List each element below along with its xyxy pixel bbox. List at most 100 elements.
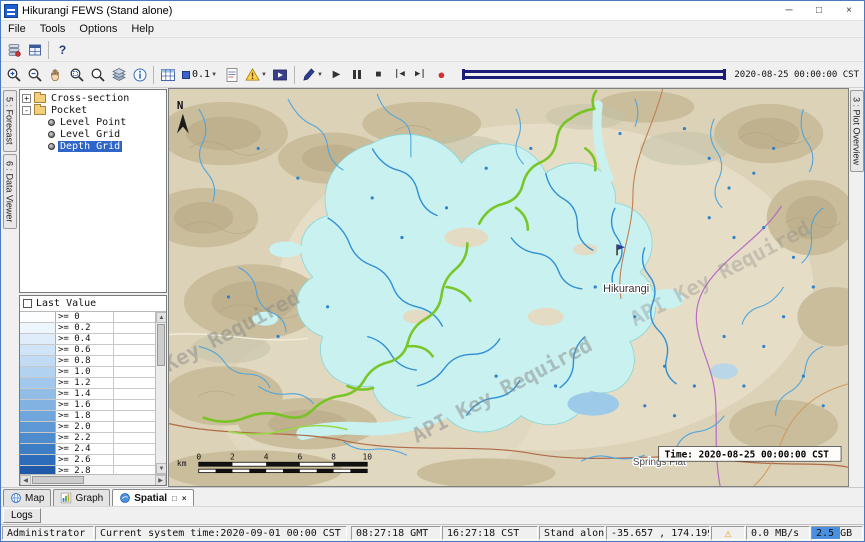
- menu-help[interactable]: Help: [124, 23, 161, 35]
- menu-options[interactable]: Options: [72, 23, 124, 35]
- zoom-out-icon: [27, 67, 43, 83]
- animation-button[interactable]: [270, 64, 291, 85]
- layers-button[interactable]: [108, 64, 129, 85]
- tab-spatial-label: Spatial: [134, 493, 167, 504]
- scroll-thumb[interactable]: [157, 324, 165, 366]
- database-button[interactable]: [3, 39, 24, 60]
- zoom-out-button[interactable]: [24, 64, 45, 85]
- expand-icon[interactable]: +: [22, 94, 31, 103]
- warnings-dropdown[interactable]: ▼: [242, 64, 270, 85]
- zoom-box-button[interactable]: [66, 64, 87, 85]
- legend-swatch: [20, 378, 56, 388]
- animation-icon: [272, 67, 288, 83]
- tree-label: Pocket: [49, 105, 89, 116]
- pause-icon: [353, 70, 361, 79]
- legend-label: >= 2.8: [56, 466, 114, 474]
- map-canvas[interactable]: API Key Required API Key Required API Ke…: [169, 89, 848, 486]
- marker-dropdown[interactable]: ▼: [298, 64, 326, 85]
- tree-item-depth-grid[interactable]: Depth Grid: [22, 140, 166, 152]
- tab-data-viewer[interactable]: 6 : Data Viewer: [3, 154, 17, 229]
- tab-spatial[interactable]: Spatial □ ×: [112, 489, 193, 506]
- layer-dot-icon: [48, 131, 55, 138]
- scroll-up-icon[interactable]: ▲: [156, 312, 166, 323]
- info-icon: [132, 67, 148, 83]
- tree-label-selected: Depth Grid: [58, 141, 122, 152]
- pan-button[interactable]: [45, 64, 66, 85]
- last-value-checkbox[interactable]: [23, 299, 32, 308]
- help-button[interactable]: ?: [52, 39, 73, 60]
- scroll-thumb[interactable]: [32, 476, 84, 484]
- tree-label: Cross-section: [49, 93, 131, 104]
- layer-tree: + Cross-section - Pocket Level Point Lev…: [19, 89, 167, 293]
- logs-button[interactable]: Logs: [3, 508, 41, 523]
- legend-row: >= 2.4: [20, 444, 155, 455]
- warning-icon: [245, 67, 260, 82]
- legend-row: >= 1.4: [20, 389, 155, 400]
- layers-icon: [111, 67, 127, 83]
- legend-label: >= 1.0: [56, 367, 114, 377]
- status-warning-cell[interactable]: ⚠: [711, 526, 745, 540]
- spatial-icon: [119, 492, 131, 504]
- help-icon: ?: [59, 44, 66, 56]
- scroll-left-icon[interactable]: ◀: [20, 475, 31, 486]
- play-button[interactable]: ▶: [326, 64, 347, 85]
- tree-item-pocket[interactable]: - Pocket: [22, 104, 166, 116]
- legend-vertical-scrollbar[interactable]: ▲ ▼: [155, 312, 166, 474]
- legend-horizontal-scrollbar[interactable]: ◀ ▶: [20, 474, 166, 485]
- scroll-right-icon[interactable]: ▶: [155, 475, 166, 486]
- info-button[interactable]: [129, 64, 150, 85]
- record-button[interactable]: ●: [431, 64, 452, 85]
- legend-swatch: [20, 400, 56, 410]
- status-mode: Stand alone: [539, 526, 605, 540]
- maximize-button[interactable]: □: [804, 1, 834, 20]
- table-view-button[interactable]: [24, 39, 45, 60]
- scale-tick: 10: [362, 452, 372, 461]
- grid-display-button[interactable]: [157, 64, 178, 85]
- zoom-extent-button[interactable]: [87, 64, 108, 85]
- undock-icon[interactable]: □: [172, 494, 177, 503]
- chevron-down-icon: ▼: [261, 72, 267, 78]
- chart-icon: [60, 492, 72, 504]
- logs-row: Logs: [1, 506, 864, 524]
- status-spacer: [348, 526, 350, 540]
- profile-button[interactable]: [221, 64, 242, 85]
- legend-swatch: [20, 444, 56, 454]
- scroll-down-icon[interactable]: ▼: [156, 463, 166, 474]
- record-icon: ●: [437, 68, 445, 81]
- time-slider[interactable]: [462, 68, 726, 81]
- tree-item-cross-section[interactable]: + Cross-section: [22, 92, 166, 104]
- tree-item-level-grid[interactable]: Level Grid: [22, 128, 166, 140]
- grid-icon: [160, 67, 176, 83]
- step-forward-button[interactable]: ▶|: [410, 64, 431, 85]
- menu-file[interactable]: File: [1, 23, 33, 35]
- stop-button[interactable]: ■: [368, 64, 389, 85]
- menubar: File Tools Options Help: [1, 21, 864, 38]
- tab-forecast[interactable]: 5 : Forecast: [3, 90, 17, 152]
- left-panel: + Cross-section - Pocket Level Point Lev…: [18, 88, 168, 487]
- status-system-time: Current system time:2020-09-01 00:00 CST: [95, 526, 347, 540]
- step-back-button[interactable]: |◀: [389, 64, 410, 85]
- toolbar-datetime: 2020-08-25 00:00:00 CST: [734, 70, 859, 80]
- zoom-extent-icon: [90, 67, 106, 83]
- collapse-icon[interactable]: -: [22, 106, 31, 115]
- legend-swatch: [20, 466, 56, 474]
- close-tab-icon[interactable]: ×: [182, 494, 187, 503]
- place-label-hikurangi: Hikurangi: [603, 283, 649, 295]
- legend-list: >= 0 >= 0.2 >= 0.4 >= 0.6 >= 0.8 >= 1.0 …: [20, 312, 155, 474]
- tab-plot-overview[interactable]: 3 : Plot Overview: [850, 90, 864, 172]
- globe-icon: [10, 492, 22, 504]
- tree-item-level-point[interactable]: Level Point: [22, 116, 166, 128]
- minimize-button[interactable]: ─: [774, 1, 804, 20]
- legend-row: >= 2.8: [20, 466, 155, 474]
- close-button[interactable]: ×: [834, 1, 864, 20]
- legend-row: >= 2.0: [20, 422, 155, 433]
- app-window: Hikurangi FEWS (Stand alone) ─ □ × File …: [0, 0, 865, 542]
- interval-dropdown[interactable]: 0.1 ▼: [178, 64, 221, 85]
- tab-map[interactable]: Map: [3, 489, 51, 506]
- pause-button[interactable]: [347, 64, 368, 85]
- menu-tools[interactable]: Tools: [33, 23, 73, 35]
- tab-graph[interactable]: Graph: [53, 489, 110, 506]
- scale-tick: 4: [264, 452, 269, 461]
- zoom-in-button[interactable]: [3, 64, 24, 85]
- last-value-label: Last Value: [36, 298, 96, 309]
